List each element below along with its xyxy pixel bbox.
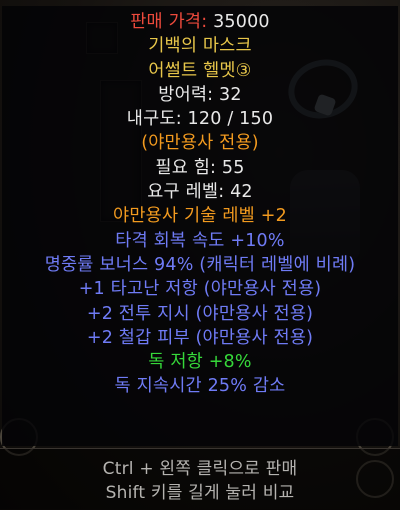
- mod-poison-length: 독 지속시간 25% 감소: [114, 376, 286, 397]
- mod-poison-resist: 독 저항 +8%: [148, 352, 252, 373]
- class-restriction: (야만용사 전용): [141, 133, 259, 154]
- mod-skill-battle-orders: +2 전투 지시 (야만용사 전용): [86, 303, 314, 324]
- sell-price-value: 35000: [207, 12, 270, 32]
- defense-stat: 방어력: 32: [158, 84, 242, 105]
- control-hint: Ctrl + 왼쪽 클릭으로 판매 Shift 키를 길게 눌러 비교: [0, 448, 400, 510]
- sell-price-line: 판매 가격: 35000: [2, 10, 398, 34]
- durability-stat: 내구도: 120 / 150: [126, 109, 274, 130]
- sell-price-label: 판매 가격:: [130, 12, 208, 32]
- mod-attack-rating: 명중률 보너스 94% (캐릭터 레벨에 비례): [44, 254, 356, 275]
- mod-skill-natural-resistance: +1 타고난 저항 (야만용사 전용): [78, 279, 322, 300]
- required-level: 요구 레벨: 42: [147, 182, 253, 203]
- required-strength: 필요 힘: 55: [155, 157, 245, 178]
- item-base-type: 어썰트 헬멧③: [148, 60, 252, 81]
- mod-class-skills: 야만용사 기술 레벨 +2: [113, 206, 287, 227]
- mod-skill-iron-skin: +2 철갑 피부 (야만용사 전용): [86, 327, 314, 348]
- mod-hit-recovery: 타격 회복 속도 +10%: [115, 230, 285, 251]
- item-tooltip: 판매 가격: 35000 기백의 마스크 어썰트 헬멧③ 방어력: 32 내구도…: [2, 6, 398, 446]
- item-name: 기백의 마스크: [148, 36, 252, 57]
- compare-hint: Shift 키를 길게 눌러 비교: [105, 483, 295, 503]
- sell-hint: Ctrl + 왼쪽 클릭으로 판매: [102, 459, 298, 479]
